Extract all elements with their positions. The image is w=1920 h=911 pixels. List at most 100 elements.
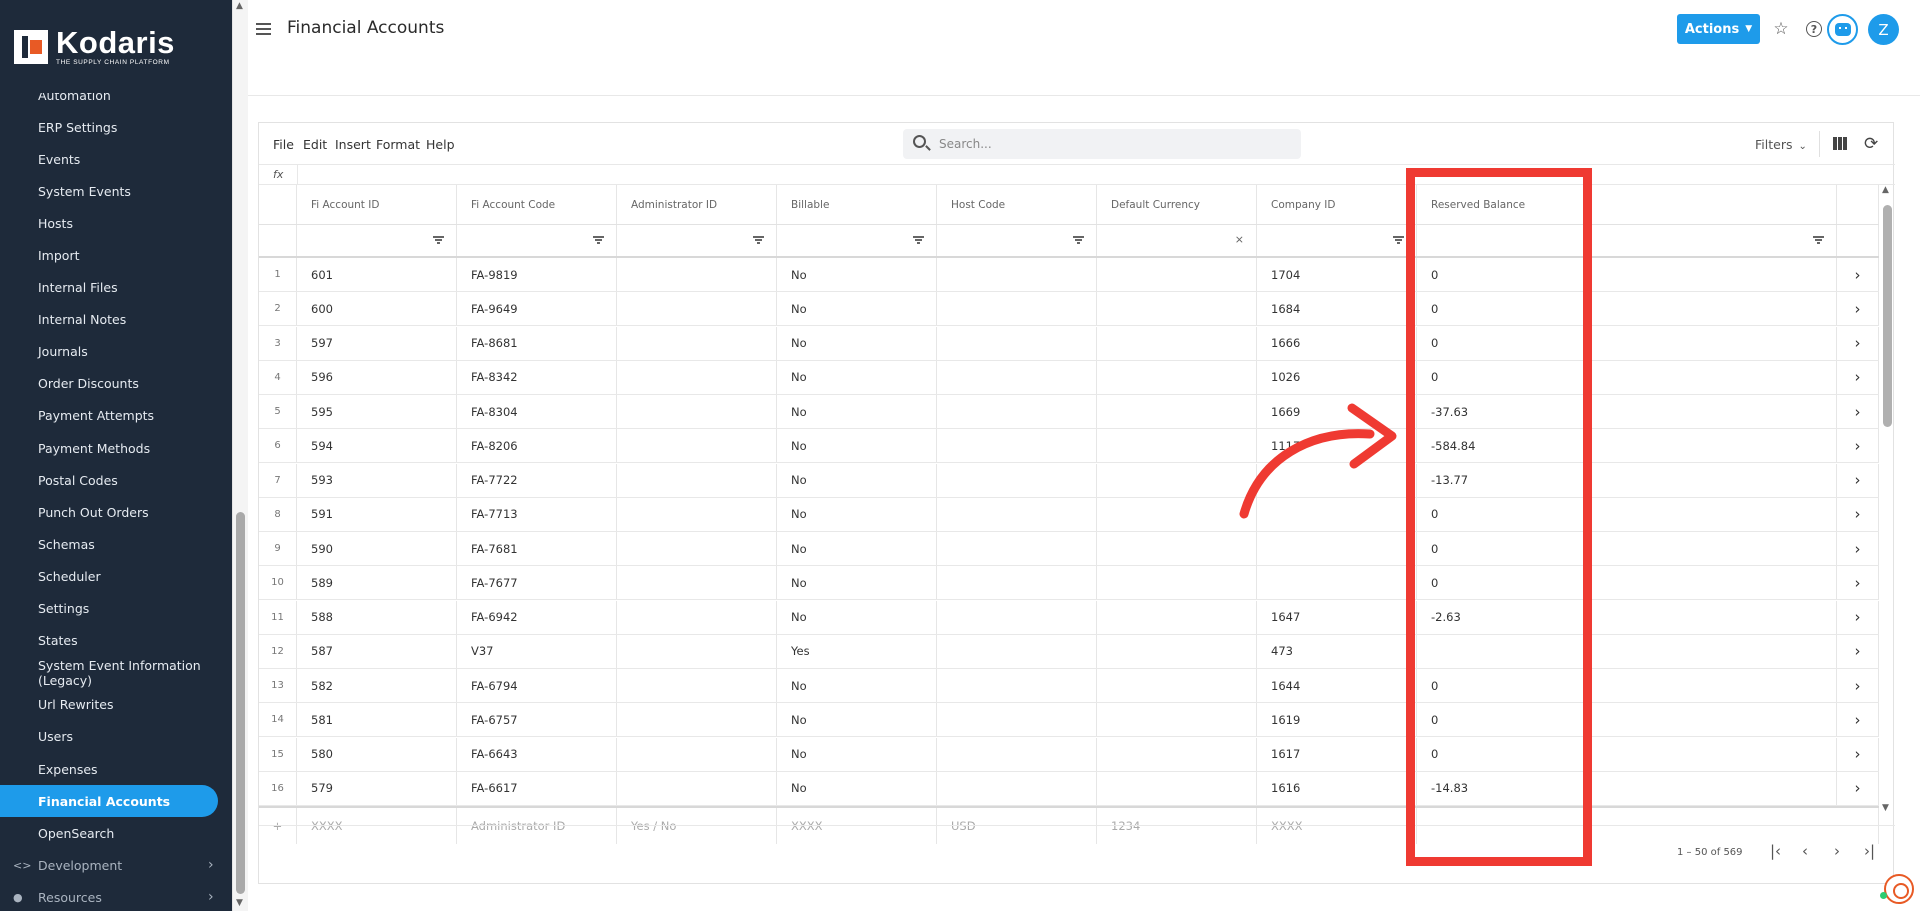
sidebar-item-journals[interactable]: Journals [0,336,232,368]
cell-company-id[interactable]: 1704 [1257,258,1417,291]
filter-icon[interactable] [1393,236,1404,244]
cell-host-code[interactable] [937,429,1097,463]
previous-page-icon[interactable]: ‹ [1802,842,1808,860]
table-row[interactable]: 6 594 FA-8206 No 1117 -584.84 › [259,429,1879,464]
cell-fi-account-code[interactable]: V37 [457,634,617,668]
row-open-chevron-icon[interactable]: › [1837,258,1879,291]
cell-host-code[interactable] [937,532,1097,565]
cell-administrator-id[interactable] [617,566,777,600]
filter-icon[interactable] [753,236,764,244]
table-row[interactable]: 2 600 FA-9649 No 1684 0 › [259,292,1879,327]
cell-host-code[interactable] [937,463,1097,497]
cell-administrator-id[interactable] [617,463,777,497]
scroll-down-icon[interactable]: ▼ [1882,803,1889,813]
cell-fi-account-id[interactable]: 580 [297,737,457,771]
menu-format[interactable]: Format [376,137,420,152]
sidebar-item-order-discounts[interactable]: Order Discounts [0,368,232,400]
filter-cell-fi-account-id[interactable] [297,225,457,256]
cell-billable[interactable]: No [777,360,937,394]
cell-fi-account-code[interactable]: FA-7681 [457,532,617,565]
cell-administrator-id[interactable] [617,326,777,360]
hamburger-menu-icon[interactable] [254,19,274,39]
grid-scrollbar[interactable]: ▲ ▼ [1881,185,1893,825]
next-page-icon[interactable]: › [1834,842,1840,860]
table-row[interactable]: 11 588 FA-6942 No 1647 -2.63 › [259,600,1879,635]
cell-fi-account-id[interactable]: 588 [297,600,457,634]
cell-administrator-id[interactable] [617,600,777,634]
search-input[interactable] [939,135,1279,153]
sidebar-group-resources[interactable]: ● Resources › [0,881,232,911]
cell-billable[interactable]: No [777,600,937,634]
cell-administrator-id[interactable] [617,669,777,702]
star-icon[interactable]: ☆ [1770,18,1792,40]
row-open-chevron-icon[interactable]: › [1837,532,1879,565]
cell-default-currency[interactable] [1097,669,1257,702]
table-row[interactable]: 4 596 FA-8342 No 1026 0 › [259,360,1879,395]
filter-icon[interactable] [593,236,604,244]
cell-default-currency[interactable] [1097,532,1257,565]
columns-icon[interactable] [1833,137,1847,150]
cell-host-code[interactable] [937,497,1097,531]
column-header-fi-account-id[interactable]: Fi Account ID [297,185,457,224]
filters-button[interactable]: Filters ⌄ [1755,137,1807,152]
cell-company-id[interactable]: 1617 [1257,737,1417,771]
column-header-company-id[interactable]: Company ID [1257,185,1417,224]
cell-fi-account-code[interactable]: FA-7677 [457,566,617,600]
cell-fi-account-code[interactable]: FA-6794 [457,669,617,702]
sidebar-item-financial-accounts[interactable]: Financial Accounts [0,785,218,818]
cell-billable[interactable]: No [777,497,937,531]
cell-fi-account-id[interactable]: 596 [297,360,457,394]
cell-fi-account-code[interactable]: FA-6617 [457,771,617,805]
sidebar-group-development[interactable]: <> Development › [0,849,232,881]
cell-billable[interactable]: No [777,703,937,737]
cell-administrator-id[interactable] [617,737,777,771]
cell-host-code[interactable] [937,771,1097,805]
sidebar-item-events[interactable]: Events [0,143,232,175]
cell-fi-account-code[interactable]: FA-7713 [457,497,617,531]
cell-fi-account-code[interactable]: FA-9819 [457,258,617,291]
sidebar-item-punch-out-orders[interactable]: Punch Out Orders [0,496,232,528]
cell-default-currency[interactable] [1097,258,1257,291]
cell-default-currency[interactable] [1097,566,1257,600]
cell-host-code[interactable] [937,600,1097,634]
cell-billable[interactable]: No [777,292,937,326]
avatar[interactable]: Z [1868,14,1899,45]
cell-company-id[interactable]: 1684 [1257,292,1417,326]
last-page-icon[interactable]: ›| [1864,842,1875,860]
cell-fi-account-id[interactable]: 594 [297,429,457,463]
refresh-icon[interactable]: ⟳ [1864,134,1878,154]
cell-company-id[interactable]: 1666 [1257,326,1417,360]
table-row[interactable]: 13 582 FA-6794 No 1644 0 › [259,669,1879,703]
sidebar-item-url-rewrites[interactable]: Url Rewrites [0,689,232,721]
filter-cell-fi-account-code[interactable] [457,225,617,256]
cell-company-id[interactable]: 1644 [1257,669,1417,702]
cell-host-code[interactable] [937,669,1097,702]
cell-fi-account-id[interactable]: 593 [297,463,457,497]
sidebar-item-users[interactable]: Users [0,721,232,753]
cell-host-code[interactable] [937,395,1097,428]
cell-default-currency[interactable] [1097,703,1257,737]
cell-default-currency[interactable] [1097,771,1257,805]
table-row[interactable]: 12 587 V37 Yes 473 › [259,634,1879,669]
sidebar-item-states[interactable]: States [0,625,232,657]
row-open-chevron-icon[interactable]: › [1837,669,1879,702]
row-open-chevron-icon[interactable]: › [1837,395,1879,428]
formula-bar[interactable]: fx [259,165,1895,185]
cell-company-id[interactable]: 1619 [1257,703,1417,737]
sidebar-item-automation[interactable]: Automation [0,93,232,111]
cell-host-code[interactable] [937,360,1097,394]
cell-company-id[interactable] [1257,532,1417,565]
cell-host-code[interactable] [937,566,1097,600]
table-row[interactable]: 9 590 FA-7681 No 0 › [259,532,1879,566]
column-header-administrator-id[interactable]: Administrator ID [617,185,777,224]
cell-host-code[interactable] [937,292,1097,326]
search-box[interactable] [903,129,1301,159]
filter-icon[interactable] [433,236,444,244]
column-header-fi-account-code[interactable]: Fi Account Code [457,185,617,224]
row-open-chevron-icon[interactable]: › [1837,634,1879,668]
row-open-chevron-icon[interactable]: › [1837,771,1879,805]
table-row[interactable]: 1 601 FA-9819 No 1704 0 › [259,258,1879,292]
cell-administrator-id[interactable] [617,771,777,805]
cell-default-currency[interactable] [1097,326,1257,360]
cell-company-id[interactable] [1257,566,1417,600]
